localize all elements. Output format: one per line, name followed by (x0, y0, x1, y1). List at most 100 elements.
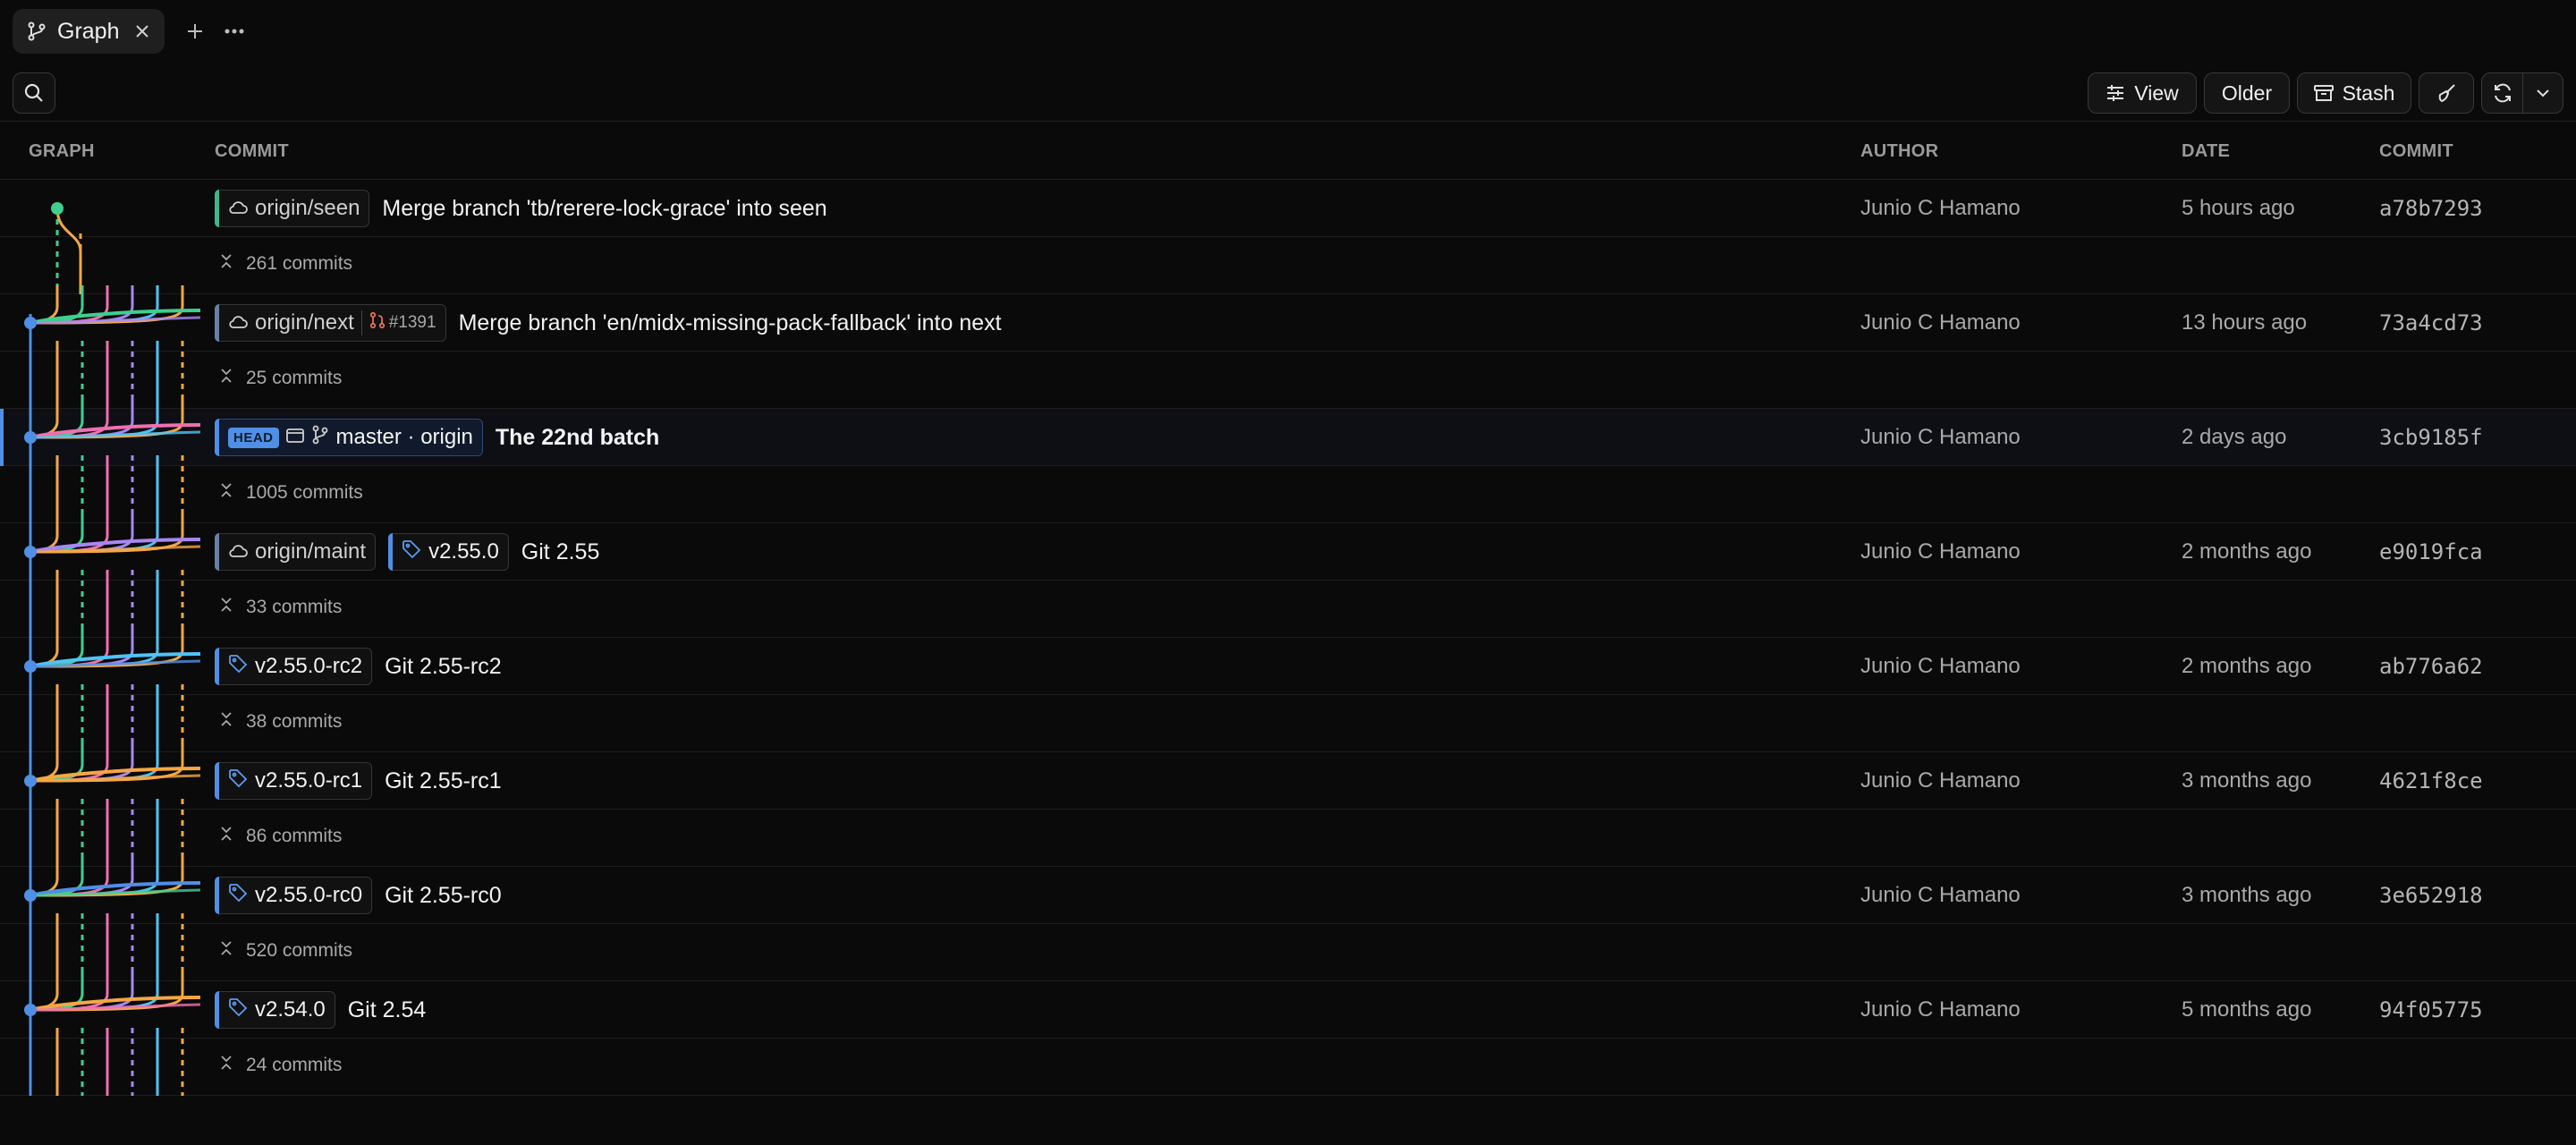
remote-branch-pill[interactable]: origin/next #1391 (215, 304, 446, 342)
ref-label: master · origin (335, 425, 473, 449)
stash-button[interactable]: Stash (2297, 72, 2411, 114)
commit-message: Git 2.55-rc2 (385, 653, 502, 679)
new-tab-button[interactable] (175, 12, 215, 51)
tag-pill[interactable]: v2.55.0-rc0 (215, 877, 373, 914)
clean-button[interactable] (2419, 72, 2474, 114)
graph-node (24, 546, 37, 558)
collapsed-commits-row[interactable]: 86 commits (0, 810, 2576, 867)
commit-row[interactable]: origin/seen Merge branch 'tb/rerere-lock-… (0, 180, 2576, 237)
expand-icon (219, 940, 233, 962)
commit-row[interactable]: origin/maint v2.55.0 Git 2.55 Junio C Haman… (0, 523, 2576, 581)
view-button[interactable]: View (2088, 72, 2197, 114)
collapsed-commits[interactable]: 86 commits (219, 826, 342, 847)
expand-icon (219, 482, 233, 504)
graph-node (24, 660, 37, 673)
ref-label: v2.55.0-rc1 (255, 768, 363, 793)
commit-author: Junio C Hamano (1860, 539, 2021, 564)
collapsed-commits-row[interactable]: 24 commits (0, 1039, 2576, 1096)
commit-author: Junio C Hamano (1860, 310, 2021, 335)
collapsed-commits[interactable]: 261 commits (219, 253, 352, 275)
ref-label: origin/maint (255, 539, 367, 564)
more-options-button[interactable] (215, 12, 254, 51)
chevron-down-icon (2537, 89, 2549, 98)
search-button[interactable] (13, 72, 55, 114)
date-column-header[interactable]: DATE (2182, 141, 2230, 162)
tab-graph[interactable]: Graph (13, 9, 165, 54)
ref-label: v2.55.0-rc2 (255, 654, 363, 678)
pull-request-number[interactable]: #1391 (369, 311, 436, 335)
commit-date: 13 hours ago (2182, 310, 2308, 335)
remote-branch-pill[interactable]: origin/maint (215, 533, 377, 571)
sha-column-header[interactable]: COMMIT (2379, 141, 2453, 162)
commit-row[interactable]: v2.55.0-rc1 Git 2.55-rc1 Junio C Hamano 3 m… (0, 752, 2576, 810)
collapsed-commits-row[interactable]: 38 commits (0, 695, 2576, 752)
tag-icon (228, 768, 248, 794)
collapsed-commits-row[interactable]: 33 commits (0, 581, 2576, 638)
collapsed-commits-row[interactable]: 25 commits (0, 352, 2576, 409)
collapsed-count: 1005 commits (246, 482, 363, 503)
close-icon[interactable] (132, 21, 152, 41)
author-column-header[interactable]: AUTHOR (1860, 141, 1938, 162)
expand-icon (219, 711, 233, 733)
refresh-button[interactable] (2482, 73, 2523, 113)
collapsed-count: 33 commits (246, 597, 343, 617)
tag-pill[interactable]: v2.55.0-rc2 (215, 648, 373, 685)
commit-column-header[interactable]: COMMIT (215, 141, 289, 162)
commit-row[interactable]: v2.55.0-rc0 Git 2.55-rc0 Junio C Hamano 3 m… (0, 867, 2576, 924)
collapsed-count: 261 commits (246, 253, 353, 274)
collapsed-commits[interactable]: 38 commits (219, 711, 342, 733)
commit-row[interactable]: HEAD master · origin The 22nd batch Junio C… (0, 409, 2576, 466)
toolbar: View Older Stash (0, 63, 2576, 122)
graph-node (24, 889, 37, 902)
older-label: Older (2221, 81, 2273, 105)
collapsed-count: 86 commits (246, 826, 343, 846)
tag-pill[interactable]: v2.54.0 (215, 991, 335, 1029)
commit-author: Junio C Hamano (1860, 425, 2021, 449)
head-branch-pill[interactable]: HEAD master · origin (215, 419, 483, 456)
commit-graph (24, 202, 200, 1096)
expand-icon (219, 253, 233, 275)
commit-sha: e9019fca (2379, 539, 2483, 564)
collapsed-commits[interactable]: 33 commits (219, 597, 342, 618)
tag-pill[interactable]: v2.55.0 (388, 533, 509, 571)
commit-author: Junio C Hamano (1860, 768, 2021, 793)
cloud-icon (228, 196, 248, 221)
column-header: GRAPH COMMIT AUTHOR DATE COMMIT (0, 123, 2576, 180)
plus-icon (188, 24, 202, 38)
archive-icon (2313, 85, 2334, 101)
ref-label: v2.54.0 (255, 997, 326, 1022)
commit-refs: v2.55.0-rc1 Git 2.55-rc1 (215, 761, 502, 801)
commit-sha: 3cb9185f (2379, 425, 2483, 450)
graph-node (24, 317, 37, 329)
graph-column-header[interactable]: GRAPH (29, 141, 95, 162)
tag-pill[interactable]: v2.55.0-rc1 (215, 762, 373, 800)
commit-refs: v2.55.0-rc2 Git 2.55-rc2 (215, 647, 502, 686)
collapsed-commits[interactable]: 25 commits (219, 368, 342, 389)
commit-message: Git 2.55-rc1 (385, 768, 502, 793)
collapsed-commits[interactable]: 24 commits (219, 1055, 342, 1076)
commit-date: 3 months ago (2182, 883, 2312, 907)
commit-row[interactable]: v2.55.0-rc2 Git 2.55-rc2 Junio C Hamano 2 m… (0, 638, 2576, 695)
expand-icon (219, 1055, 233, 1076)
graph-node (51, 202, 64, 215)
commit-message: Git 2.55 (521, 539, 600, 564)
worktree-icon (285, 425, 304, 450)
collapsed-commits-row[interactable]: 1005 commits (0, 466, 2576, 523)
collapsed-commits[interactable]: 520 commits (219, 940, 352, 962)
commit-row[interactable]: v2.54.0 Git 2.54 Junio C Hamano 5 months ag… (0, 981, 2576, 1039)
commit-date: 2 months ago (2182, 654, 2312, 678)
cloud-icon (228, 539, 248, 564)
older-button[interactable]: Older (2204, 72, 2290, 114)
refresh-dropdown-button[interactable] (2523, 73, 2563, 113)
stash-label: Stash (2342, 81, 2395, 105)
commit-date: 2 days ago (2182, 425, 2287, 449)
commit-row[interactable]: origin/next #1391 Merge branch 'en/midx-mi… (0, 294, 2576, 352)
commit-sha: 3e652918 (2379, 883, 2483, 908)
commit-author: Junio C Hamano (1860, 883, 2021, 907)
collapsed-commits-row[interactable]: 520 commits (0, 924, 2576, 981)
commit-author: Junio C Hamano (1860, 654, 2021, 678)
git-graph-icon (27, 21, 47, 41)
collapsed-commits[interactable]: 1005 commits (219, 482, 363, 504)
collapsed-commits-row[interactable]: 261 commits (0, 237, 2576, 294)
remote-branch-pill[interactable]: origin/seen (215, 190, 370, 227)
